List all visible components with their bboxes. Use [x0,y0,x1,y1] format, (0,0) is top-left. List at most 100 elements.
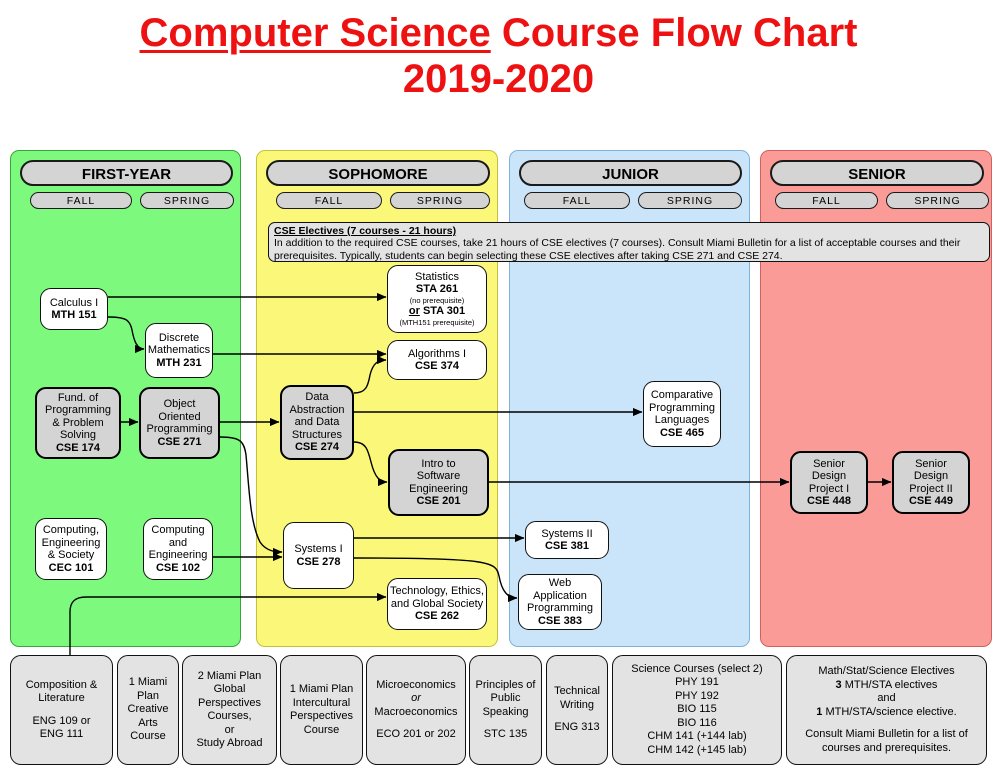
gen-science-title: Science Courses (select 2) [631,662,763,675]
gen-line-3: ENG 313 [554,721,600,734]
course-name-line1: Computing, [42,524,100,536]
gen-line-1: Composition & [25,678,98,691]
gen-line-6: Study Abroad [196,737,263,749]
course-cse-262[interactable]: Technology, Ethics, and Global Society C… [387,578,487,630]
gen-line-1: Math/Stat/Science Electives [818,665,955,677]
page-title-line1: Computer Science Course Flow Chart [0,10,997,56]
course-name-line1: Web [548,577,572,589]
gen-box-composition[interactable]: Composition & Literature ENG 109 or ENG … [10,655,113,765]
course-cse-465[interactable]: Comparative Programming Languages CSE 46… [643,381,721,447]
gen-line-1: 1 Miami Plan [289,683,354,695]
course-cse-449[interactable]: Senior Design Project II CSE 449 [892,451,970,514]
course-cse-271[interactable]: Object Oriented Programming CSE 271 [139,387,220,459]
course-name-line1: Discrete [158,331,200,344]
course-code: CSE 274 [294,441,340,454]
course-cse-383[interactable]: Web Application Programming CSE 383 [518,574,602,630]
or-label: or [408,305,420,318]
course-name-line1: Object [163,398,196,410]
course-cec-101[interactable]: Computing, Engineering & Society CEC 101 [35,518,107,580]
course-name-line1: Technology, Ethics, [390,585,484,598]
course-cse-174[interactable]: Fund. of Programming & Problem Solving C… [35,387,121,459]
course-name-line3: Engineering [148,549,208,561]
gen-science-item-4: CHM 141 (+144 lab) [647,730,747,743]
course-name-line1: Fund. of [57,391,99,404]
page-title-underlined: Computer Science [139,11,491,55]
course-code: CEC 101 [48,561,94,574]
gen-box-technical-writing[interactable]: Technical Writing ENG 313 [546,655,608,765]
course-name: Calculus I [49,296,99,309]
course-code: CSE 271 [157,435,202,448]
term-sophomore-spring: SPRING [390,192,490,209]
cse-electives-note-title: CSE Electives (7 courses - 21 hours) [274,225,457,237]
gen-line-2: Public [490,692,521,704]
course-name: Systems I [294,543,343,555]
gen-line-2: Literature [38,692,85,704]
course-name-line3: Project II [909,482,953,495]
gen-line-2-text: MTH/STA electives [841,678,938,691]
course-code: CSE 374 [414,360,460,372]
course-mth-231[interactable]: Discrete Mathematics MTH 231 [145,323,213,378]
course-cse-381[interactable]: Systems II CSE 381 [525,521,609,559]
term-first-year-fall: FALL [30,192,132,209]
term-junior-spring: SPRING [638,192,742,209]
gen-box-intercultural[interactable]: 1 Miami Plan Intercultural Perspectives … [280,655,363,765]
gen-box-economics[interactable]: Microeconomics or Macroeconomics ECO 201… [366,655,466,765]
term-senior-fall: FALL [775,192,878,209]
cse-electives-note-body: In addition to the required CSE courses,… [274,237,961,262]
course-code: CSE 262 [414,610,460,623]
gen-line-2: 3 MTH/STA electives [836,679,938,693]
course-name-line1: Senior [915,457,947,470]
course-name-line2: Oriented [158,410,201,423]
course-name-line3: Programming [526,602,594,614]
course-code: CSE 449 [908,495,954,507]
course-name-line4: Solving [59,429,97,442]
gen-line-4: 1 MTH/STA/science elective. [816,706,956,720]
course-name-line2: Design [913,470,949,482]
course-name-line3: Project I [808,482,850,495]
course-code: CSE 383 [537,614,583,627]
course-name-line1: Senior [813,457,845,470]
course-name-line2: and Global Society [390,597,484,610]
course-name-line2: Application [533,589,587,602]
gen-line-5: Consult Miami Bulletin for a list of [805,728,968,740]
course-name: Systems II [541,527,593,540]
course-cse-201[interactable]: Intro to Software Engineering CSE 201 [388,449,489,516]
course-cse-102[interactable]: Computing and Engineering CSE 102 [143,518,213,580]
gen-line-3: and [877,692,896,704]
term-first-year-spring: SPRING [140,192,234,209]
gen-line-4: STC 135 [483,728,528,740]
gen-line-3: Perspectives [290,710,353,722]
course-name-line2: Mathematics [147,344,211,357]
course-name-line1: Intro to [421,457,456,470]
course-name-line3: & Problem [52,416,104,429]
column-header-junior: JUNIOR [519,160,742,186]
course-code: STA 261 [415,283,459,296]
flowchart-page: Computer Science Course Flow Chart 2019-… [0,0,997,768]
course-code: CSE 201 [416,495,461,507]
gen-box-science-courses[interactable]: Science Courses (select 2) PHY 191 PHY 1… [612,655,782,765]
course-cse-274[interactable]: Data Abstraction and Data Structures CSE… [280,385,354,460]
course-code: MTH 151 [51,309,97,321]
course-mth-151[interactable]: Calculus I MTH 151 [40,288,108,330]
course-code: CSE 381 [544,540,590,552]
gen-box-public-speaking[interactable]: Principles of Public Speaking STC 135 [469,655,542,765]
course-name-line2: Design [811,470,847,482]
gen-line-1: 1 Miami [128,676,168,689]
course-cse-448[interactable]: Senior Design Project I CSE 448 [790,451,868,514]
gen-box-math-stat-science-electives[interactable]: Math/Stat/Science Electives 3 MTH/STA el… [786,655,987,765]
course-note-2: (MTH151 prerequisite) [399,317,475,327]
gen-line-1: Principles of [475,678,536,691]
gen-box-global-perspectives[interactable]: 2 Miami Plan Global Perspectives Courses… [182,655,277,765]
course-name-line1: Comparative [650,389,714,401]
course-name-line2: Software [416,470,461,482]
gen-line-3: Creative [127,703,169,716]
gen-line-2: Writing [559,698,595,711]
course-sta-261[interactable]: Statistics STA 261 (no prerequisite) or … [387,265,487,333]
course-cse-374[interactable]: Algorithms I CSE 374 [387,340,487,380]
course-cse-278[interactable]: Systems I CSE 278 [283,522,354,589]
gen-science-item-5: CHM 142 (+145 lab) [647,743,747,756]
course-name-line1: Data [305,391,329,404]
gen-line-3: Speaking [482,705,529,718]
gen-box-creative-arts[interactable]: 1 Miami Plan Creative Arts Course [117,655,179,765]
course-code: MTH 231 [156,356,202,369]
